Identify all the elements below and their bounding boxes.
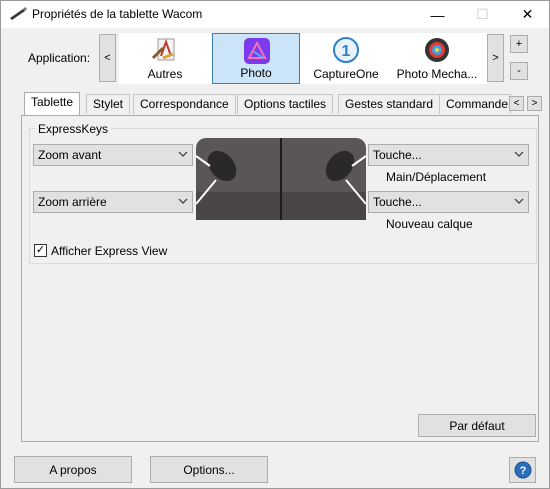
tab-gestes-standard[interactable]: Gestes standard (338, 94, 441, 114)
select-value: Zoom arrière (38, 195, 107, 209)
tablet-illustration (196, 138, 366, 220)
title-bar: Propriétés de la tablette Wacom — ☐ ✕ (1, 1, 549, 28)
app-tile-photo[interactable]: Photo (212, 33, 300, 84)
add-application-button[interactable]: + (510, 35, 528, 53)
app-tile-label: Autres (147, 67, 183, 81)
expresskey-right-bottom-select[interactable]: Touche... (368, 191, 529, 213)
wacom-pen-icon (10, 7, 27, 20)
svg-text:?: ? (519, 465, 526, 477)
application-strip: Autres Photo 1 CaptureOne Photo Mecha... (119, 33, 487, 84)
app-tile-label: Photo Mecha... (396, 67, 478, 81)
expresskey-left-top-select[interactable]: Zoom avant (33, 144, 193, 166)
app-tile-label: CaptureOne (313, 67, 379, 81)
expresskey-right-bottom-assignment: Nouveau calque (386, 217, 473, 231)
help-icon: ? (514, 461, 531, 479)
maximize-button[interactable]: ☐ (460, 1, 505, 28)
app-scroll-left-button[interactable]: < (99, 34, 116, 82)
app-tile-captureone[interactable]: 1 CaptureOne (302, 33, 390, 84)
app-tile-others[interactable]: Autres (121, 33, 209, 84)
about-button[interactable]: A propos (14, 456, 132, 483)
affinity-photo-icon (244, 38, 270, 64)
expresskey-right-top-select[interactable]: Touche... (368, 144, 529, 166)
wacom-properties-window: Propriétés de la tablette Wacom — ☐ ✕ Ap… (0, 0, 550, 489)
expresskey-right-top-assignment: Main/Déplacement (386, 170, 487, 184)
chevron-down-icon (514, 198, 524, 204)
close-button[interactable]: ✕ (505, 1, 550, 28)
show-express-view-checkbox[interactable]: ✓ (34, 244, 47, 257)
tabs-scroll-right-button[interactable]: > (527, 96, 542, 111)
tab-correspondance[interactable]: Correspondance (133, 94, 236, 114)
select-value: Touche... (373, 195, 422, 209)
show-express-view-label[interactable]: Afficher Express View (51, 244, 167, 258)
chevron-down-icon (178, 198, 188, 204)
remove-application-button[interactable]: - (510, 62, 528, 80)
select-value: Touche... (373, 148, 422, 162)
photo-mechanic-icon (425, 38, 449, 62)
captureone-icon: 1 (333, 37, 359, 63)
chevron-down-icon (178, 151, 188, 157)
application-label: Application: (28, 51, 91, 65)
select-value: Zoom avant (38, 148, 102, 162)
others-app-icon (151, 38, 175, 61)
help-button[interactable]: ? (509, 457, 536, 483)
app-tile-photo-mechanic[interactable]: Photo Mecha... (393, 33, 481, 84)
expresskey-left-bottom-select[interactable]: Zoom arrière (33, 191, 193, 213)
options-button[interactable]: Options... (150, 456, 268, 483)
svg-text:1: 1 (342, 43, 351, 60)
minimize-button[interactable]: — (415, 1, 460, 28)
tab-tablette[interactable]: Tablette (24, 92, 81, 115)
app-tile-label: Photo (240, 66, 272, 80)
tab-commande[interactable]: Commande (439, 94, 511, 114)
expresskeys-group-title: ExpressKeys (35, 122, 112, 136)
app-scroll-right-button[interactable]: > (487, 34, 504, 82)
tabs-scroll-left-button[interactable]: < (509, 96, 524, 111)
tab-options-tactiles[interactable]: Options tactiles (237, 94, 334, 114)
tab-stylet[interactable]: Stylet (86, 94, 131, 114)
default-button[interactable]: Par défaut (418, 414, 536, 437)
window-title: Propriétés de la tablette Wacom (32, 7, 203, 21)
chevron-down-icon (514, 151, 524, 157)
